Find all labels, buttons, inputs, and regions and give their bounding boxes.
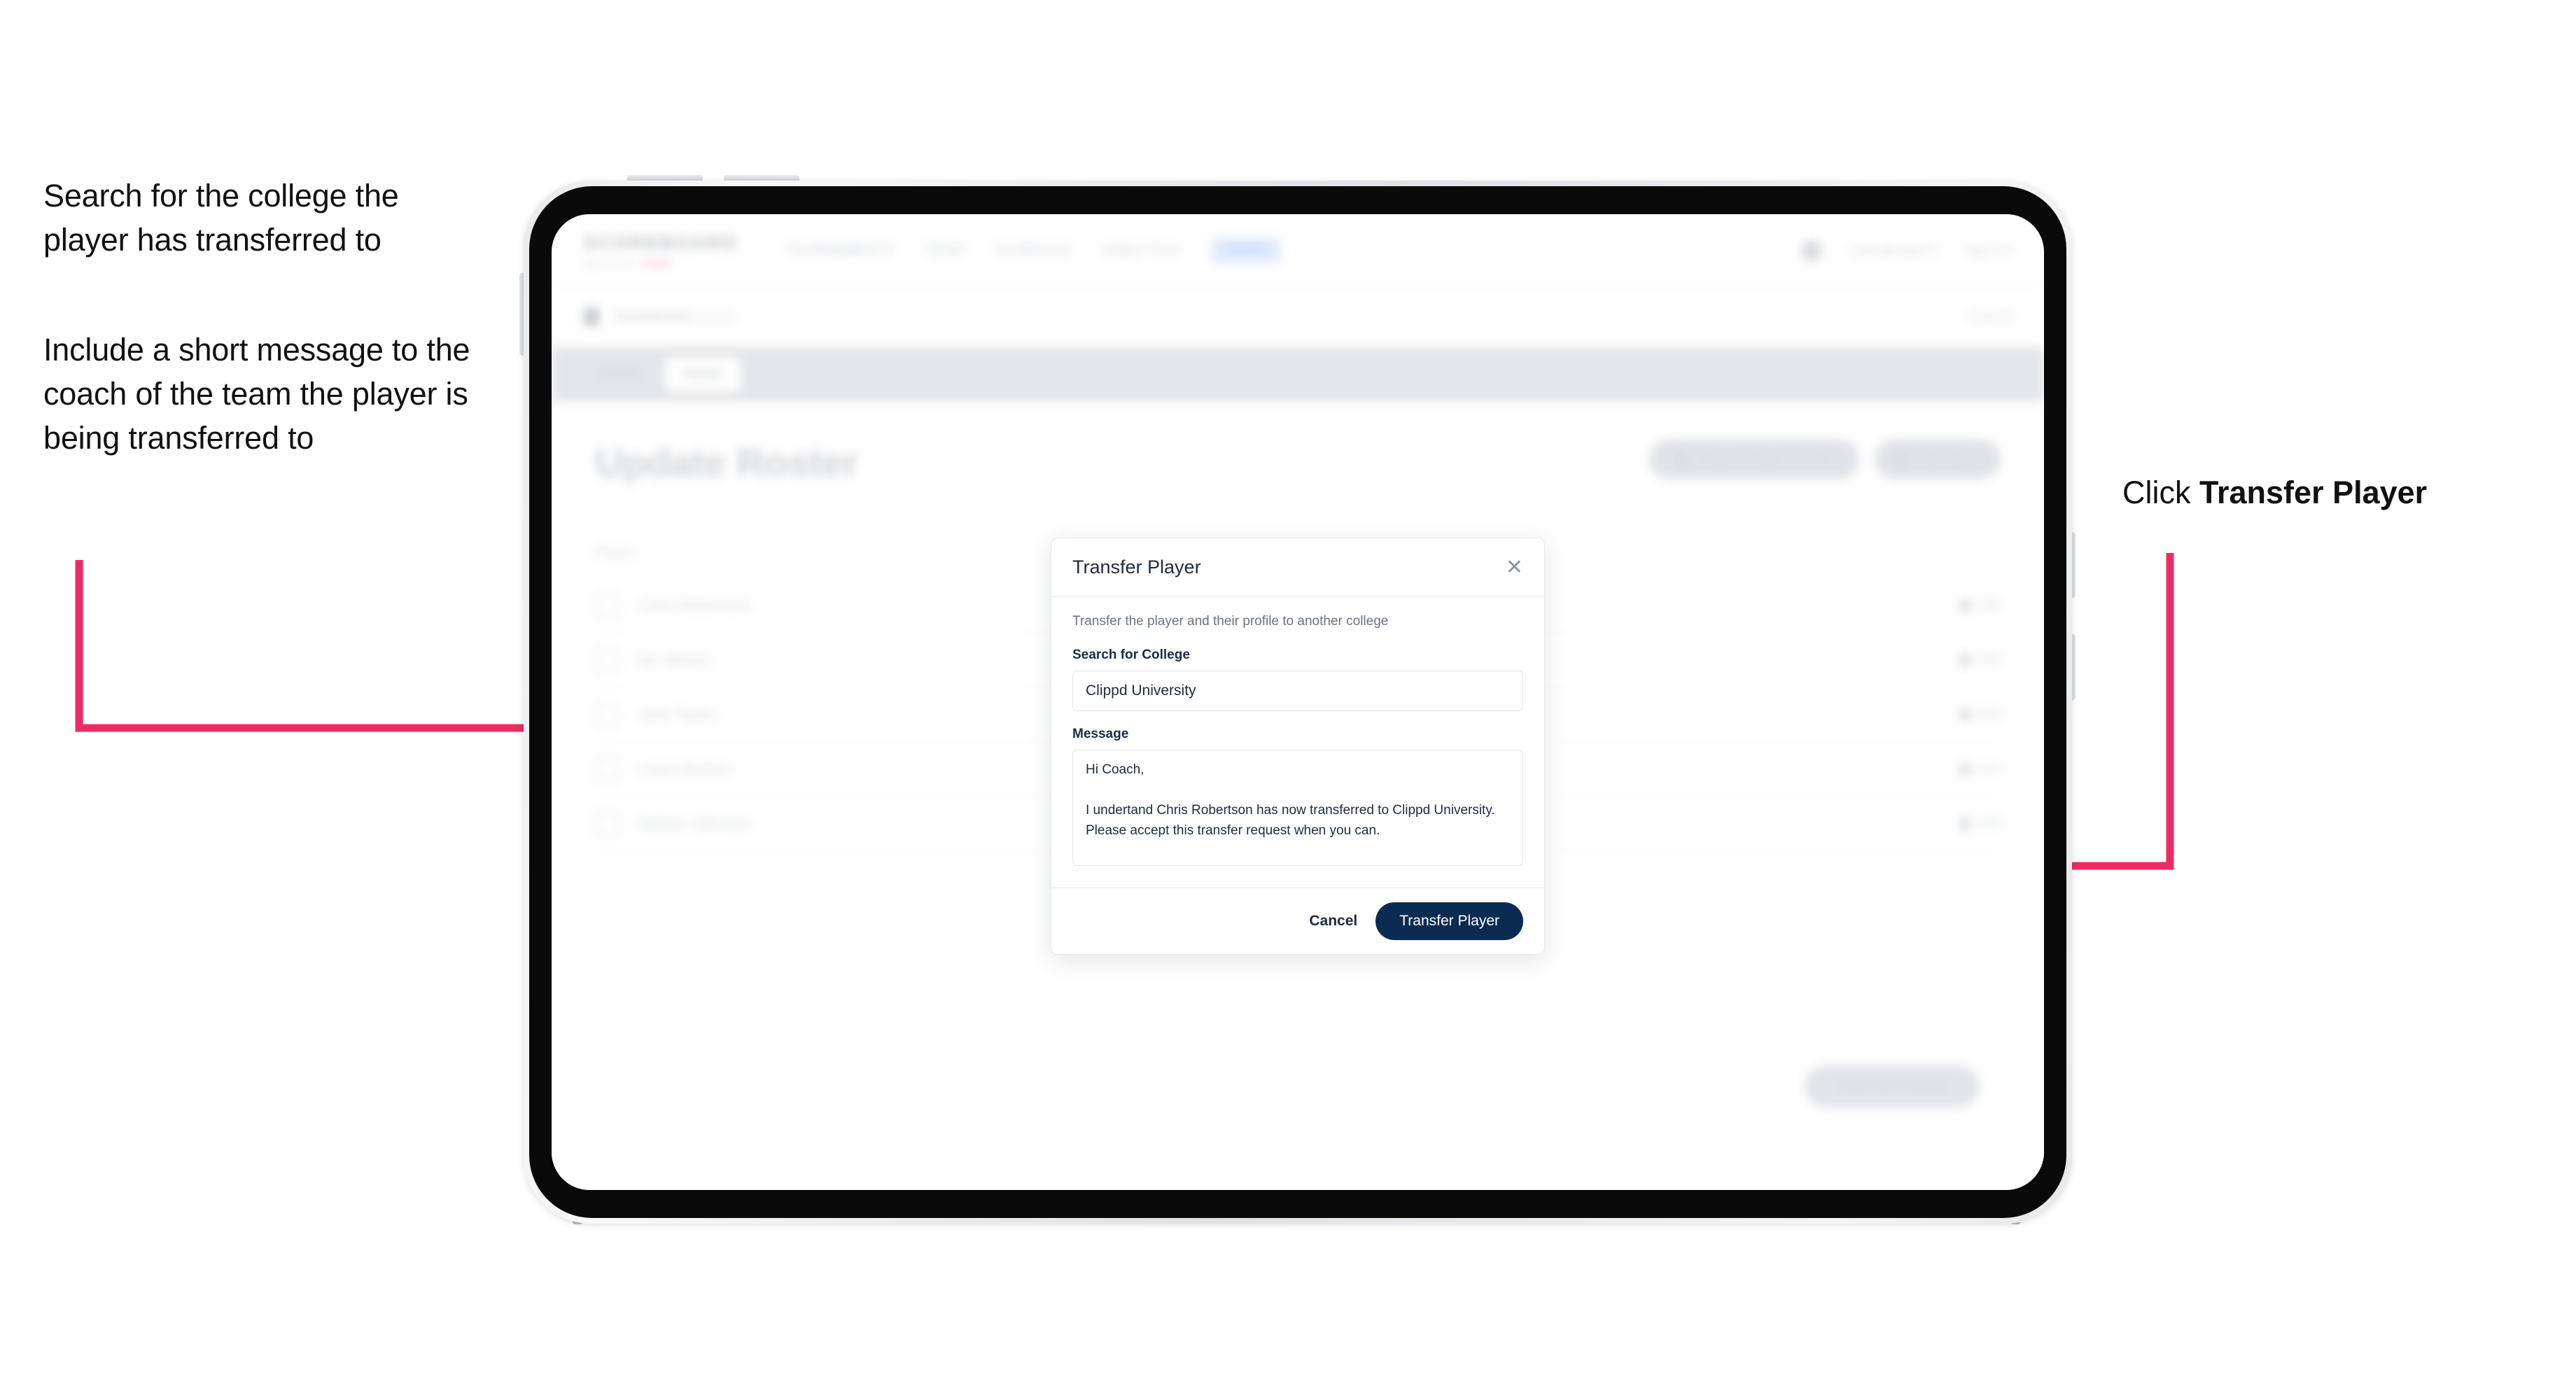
dialog-description: Transfer the player and their profile to…	[1072, 614, 1389, 629]
message-label: Message	[1072, 727, 1129, 741]
transfer-player-dialog: Transfer Player ✕ Transfer the player an…	[1051, 538, 1545, 955]
tablet-bezel: SCOREBOARD powered by clippd TOURNAMENTS…	[529, 186, 2066, 1218]
search-college-label: Search for College	[1072, 648, 1190, 662]
screenshot-root: Search for the college the player has tr…	[0, 0, 2576, 1386]
dialog-footer: Cancel Transfer Player	[1051, 888, 1544, 954]
search-college-input[interactable]	[1072, 671, 1523, 711]
dialog-body: Transfer the player and their profile to…	[1051, 597, 1544, 888]
annotation-include-message: Include a short message to the coach of …	[43, 332, 470, 456]
annotation-click-transfer: Click Transfer Player	[2122, 470, 2556, 514]
cancel-button[interactable]: Cancel	[1309, 913, 1357, 930]
annotation-click-bold: Transfer Player	[2199, 475, 2428, 510]
close-icon[interactable]: ✕	[1506, 556, 1523, 578]
dialog-title: Transfer Player	[1072, 556, 1201, 578]
transfer-player-button[interactable]: Transfer Player	[1376, 902, 1523, 940]
tablet-screen: SCOREBOARD powered by clippd TOURNAMENTS…	[552, 214, 2044, 1190]
tablet-device: SCOREBOARD powered by clippd TOURNAMENTS…	[524, 181, 2072, 1224]
dialog-header: Transfer Player ✕	[1051, 538, 1544, 597]
annotation-click-prefix: Click	[2122, 475, 2199, 510]
message-textarea[interactable]: Hi Coach, I undertand Chris Robertson ha…	[1072, 750, 1523, 866]
annotation-search-college: Search for the college the player has tr…	[43, 178, 399, 258]
